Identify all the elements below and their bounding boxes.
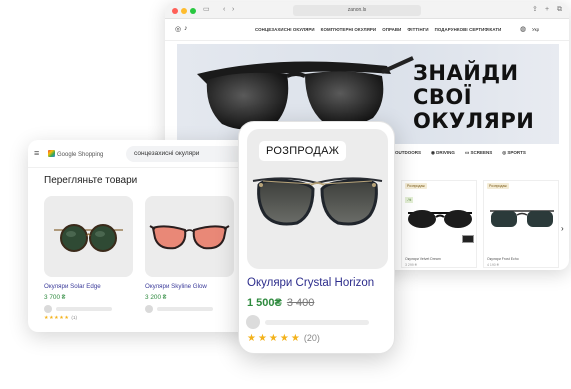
close-window-button[interactable] — [172, 8, 178, 14]
category-sports[interactable]: ◎ SPORTS — [502, 150, 526, 156]
minimize-window-button[interactable] — [181, 8, 187, 14]
nav-link-gift-cards[interactable]: ПОДАРУНКОВІ СЕРТИФІКАТИ — [435, 27, 502, 32]
menu-icon[interactable]: ≡ — [34, 149, 39, 158]
sale-badge: РОЗПРОДАЖ — [259, 141, 347, 161]
browser-titlebar: ▭ ‹ › zanon.ls ⇪ + ⧉ — [165, 2, 569, 19]
new-tab-icon[interactable]: + — [545, 6, 549, 14]
review-count: (1) — [71, 315, 78, 320]
category-screens[interactable]: ▭ SCREENS — [465, 150, 492, 156]
share-icon[interactable]: ⇪ — [532, 6, 538, 14]
main-nav: СОНЦЕЗАХИСНІ ОКУЛЯРИ КОМП'ЮТЕРНІ ОКУЛЯРИ… — [255, 27, 501, 32]
sale-badge: Розпродаж — [487, 183, 509, 189]
merchant-avatar — [44, 305, 52, 313]
review-count: (20) — [303, 333, 320, 343]
account-icon[interactable]: ◍ — [520, 25, 526, 33]
shopping-product-name[interactable]: Окуляри Solar Edge — [44, 283, 101, 290]
maximize-window-button[interactable] — [190, 8, 196, 14]
shopping-search-input[interactable]: сонцезахисні окуляри — [126, 146, 250, 162]
nav-link-computer-glasses[interactable]: КОМП'ЮТЕРНІ ОКУЛЯРИ — [321, 27, 377, 32]
site-product-card[interactable]: Розпродаж -% Окуляри Velvet Dream 3 299 … — [401, 180, 477, 268]
color-swatch[interactable] — [462, 235, 474, 243]
category-bar: ◐ OUTDOORS ◉ DRIVING ▭ SCREENS ◎ SPORTS — [391, 150, 526, 156]
nav-link-fitting[interactable]: ФІТТІНГИ — [407, 27, 428, 32]
marketing-composition: ▭ ‹ › zanon.ls ⇪ + ⧉ ◎ ♪ СОНЦЕЗАХИСНІ ОК… — [0, 0, 571, 389]
site-navbar: ◎ ♪ СОНЦЕЗАХИСНІ ОКУЛЯРИ КОМП'ЮТЕРНІ ОКУ… — [165, 19, 569, 41]
nav-link-frames[interactable]: ОПРАВИ — [382, 27, 401, 32]
tiktok-icon[interactable]: ♪ — [184, 25, 188, 32]
carousel-next-icon[interactable]: › — [561, 224, 564, 233]
category-driving[interactable]: ◉ DRIVING — [431, 150, 455, 156]
site-product-card[interactable]: Розпродаж Окуляри Frost Echo 4 190 ₴ — [483, 180, 559, 268]
shopping-header: ≡ Google Shopping сонцезахисні окуляри — [28, 140, 250, 168]
round-sunglasses-image — [54, 224, 123, 252]
back-icon[interactable]: ‹ — [223, 6, 225, 14]
section-title: Перегляньте товари — [44, 175, 138, 186]
featured-price: 1 500₴ 3 400 — [247, 297, 314, 309]
sidebar-toggle-icon[interactable]: ▭ — [203, 6, 210, 14]
shopping-product-name[interactable]: Окуляри Skyline Glow — [145, 283, 207, 290]
product-glasses-image — [490, 210, 554, 227]
rating-stars: ★★★★★ (1) — [44, 315, 78, 321]
hero-title: ЗНАЙДИ СВОЇ ОКУЛЯРИ — [413, 61, 535, 133]
google-shopping-panel: ≡ Google Shopping сонцезахисні окуляри П… — [28, 140, 250, 332]
merchant-placeholder — [56, 307, 112, 311]
language-selector[interactable]: Укр — [532, 27, 539, 32]
tabs-overview-icon[interactable]: ⧉ — [557, 6, 562, 14]
shopping-bag-icon — [48, 150, 55, 157]
product-price: 4 190 ₴ — [487, 263, 499, 267]
sale-badge: Розпродаж — [405, 183, 427, 189]
product-name[interactable]: Окуляри Frost Echo — [487, 257, 519, 261]
nav-link-sunglasses[interactable]: СОНЦЕЗАХИСНІ ОКУЛЯРИ — [255, 27, 315, 32]
merchant-placeholder — [265, 320, 369, 325]
merchant-placeholder — [157, 307, 213, 311]
address-bar[interactable]: zanon.ls — [293, 5, 421, 16]
current-price: 1 500₴ — [247, 297, 282, 309]
cat-eye-sunglasses-image — [149, 225, 230, 250]
old-price: 3 400 — [286, 297, 315, 309]
shopping-logo: Google Shopping — [48, 150, 103, 158]
category-outdoors[interactable]: ◐ OUTDOORS — [391, 150, 421, 156]
forward-icon[interactable]: › — [232, 6, 234, 14]
rating-stars: ★★★★★ (20) — [247, 333, 320, 344]
product-name[interactable]: Окуляри Velvet Dream — [405, 257, 441, 261]
product-price: 3 299 ₴ — [405, 263, 417, 267]
shopping-product-image[interactable] — [44, 196, 133, 277]
merchant-avatar — [246, 315, 260, 329]
instagram-icon[interactable]: ◎ — [175, 25, 181, 33]
featured-product-card[interactable]: РОЗПРОДАЖ Окуляри Crystal Horizon 1 500₴… — [238, 121, 395, 354]
search-query: сонцезахисні окуляри — [134, 150, 200, 157]
url-text: zanon.ls — [347, 7, 367, 13]
shopping-product-image[interactable] — [145, 196, 234, 277]
merchant-avatar — [145, 305, 153, 313]
shopping-product-price: 3 200 ₴ — [145, 294, 167, 301]
shopping-product-price: 3 700 ₴ — [44, 294, 66, 301]
product-glasses-image — [408, 210, 472, 228]
featured-product-image[interactable]: РОЗПРОДАЖ — [247, 129, 388, 269]
featured-product-name[interactable]: Окуляри Crystal Horizon — [247, 277, 374, 289]
